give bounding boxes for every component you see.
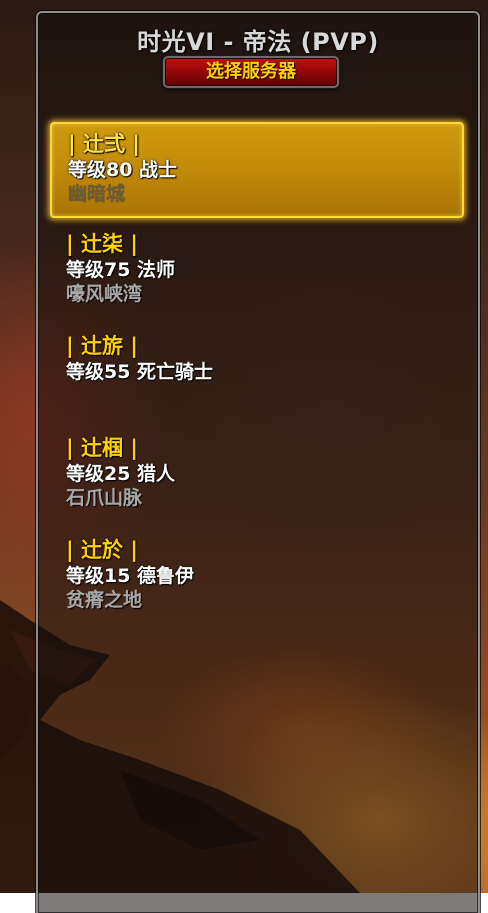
realm-title: 时光VI - 帝法 (PVP) (137, 28, 379, 56)
character-slot-1[interactable]: | 辻弍 | 等级80 战士 幽暗城 (50, 122, 464, 218)
character-location: 幽暗城 (68, 183, 126, 205)
character-slot-4[interactable]: | 辻椢 | 等级25 猎人 石爪山脉 (50, 428, 464, 524)
character-name: | 辻弍 | (68, 132, 140, 156)
character-level-class: 等级25 猎人 (66, 463, 176, 485)
character-name: | 辻旂 | (66, 334, 138, 358)
character-level-class: 等级55 死亡骑士 (66, 361, 214, 383)
change-server-button[interactable]: 选择服务器 (163, 56, 339, 88)
character-level-class: 等级80 战士 (68, 159, 178, 181)
character-level-class: 等级15 德鲁伊 (66, 565, 195, 587)
character-location: 嚎风峡湾 (66, 283, 143, 305)
character-location: 贫瘠之地 (66, 589, 143, 611)
character-slot-2[interactable]: | 辻柒 | 等级75 法师 嚎风峡湾 (50, 224, 464, 320)
character-location: 石爪山脉 (66, 487, 143, 509)
character-level-class: 等级75 法师 (66, 259, 176, 281)
character-name: | 辻柒 | (66, 232, 138, 256)
character-name: | 辻於 | (66, 538, 138, 562)
character-list: | 辻弍 | 等级80 战士 幽暗城 | 辻柒 | 等级75 法师 嚎风峡湾 |… (50, 122, 464, 632)
character-slot-3[interactable]: | 辻旂 | 等级55 死亡骑士 (50, 326, 464, 422)
character-name: | 辻椢 | (66, 436, 138, 460)
character-slot-5[interactable]: | 辻於 | 等级15 德鲁伊 贫瘠之地 (50, 530, 464, 626)
